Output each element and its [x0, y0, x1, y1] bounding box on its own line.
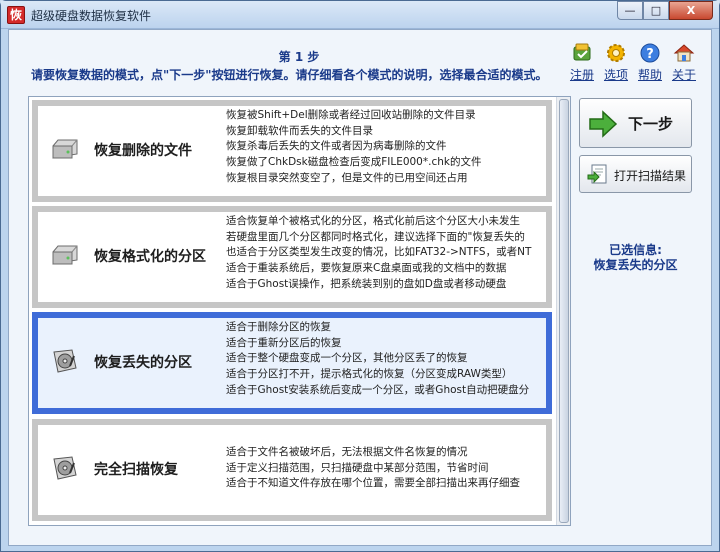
mode-name: 完全扫描恢复 — [94, 462, 178, 478]
desc-line: 适合于不知道文件存放在哪个位置，需要全部扫描出来再仔细查 — [226, 477, 520, 490]
mode-name: 恢复格式化的分区 — [94, 249, 206, 265]
mode-description: 适合恢复单个被格式化的分区，格式化前后这个分区大小未发生 若硬盘里面几个分区都同… — [226, 214, 546, 293]
svg-text:?: ? — [646, 47, 654, 62]
arrow-right-icon — [589, 110, 618, 138]
desc-line: 恢复杀毒后丢失的文件或者因为病毒删除的文件 — [226, 140, 447, 153]
desc-line: 也适合于分区类型发生改变的情况，比如FAT32->NTFS，或者NT — [226, 246, 532, 259]
hard-drive-icon — [52, 245, 78, 265]
mode-item-lost-partition[interactable]: 恢复丢失的分区 适合于删除分区的恢复 适合于重新分区后的恢复 适合于整个硬盘变成… — [32, 312, 552, 414]
help-link[interactable]: ? 帮助 — [635, 42, 665, 83]
mode-list[interactable]: 恢复删除的文件 恢复被Shift+Del删除或者经过回收站删除的文件目录 恢复卸… — [28, 96, 571, 526]
register-label: 注册 — [569, 68, 594, 82]
scrollbar-thumb[interactable] — [559, 99, 569, 523]
desc-line: 恢复被Shift+Del删除或者经过回收站删除的文件目录 — [226, 109, 476, 121]
options-link[interactable]: 选项 — [601, 42, 631, 83]
next-step-label: 下一步 — [628, 115, 674, 133]
desc-line: 适合于分区打不开，提示格式化的恢复（分区变成RAW类型） — [226, 368, 513, 381]
gear-icon — [607, 44, 625, 62]
mode-description: 恢复被Shift+Del删除或者经过回收站删除的文件目录 恢复卸载软件而丢失的文… — [226, 108, 546, 187]
desc-line: 适合于Ghost误操作，把系统装到别的盘如D盘或者移动硬盘 — [226, 277, 507, 290]
maximize-button[interactable]: □ — [643, 1, 669, 20]
register-link[interactable]: 注册 — [567, 42, 597, 83]
home-icon — [673, 44, 695, 62]
desc-line: 适合于重新分区后的恢复 — [226, 336, 342, 349]
mode-name: 恢复丢失的分区 — [94, 355, 192, 371]
mode-item-full-scan[interactable]: 完全扫描恢复 适合于文件名被破坏后，无法根据文件名恢复的情况 适于定义扫描范围，… — [32, 419, 552, 521]
desc-line: 若硬盘里面几个分区都同时格式化，建议选择下面的"恢复丢失的 — [226, 230, 525, 243]
desc-line: 恢复做了ChkDsk磁盘检查后变成FILE000*.chk的文件 — [226, 156, 482, 169]
list-scrollbar[interactable] — [556, 97, 570, 525]
register-icon — [573, 43, 591, 61]
mode-item-format[interactable]: 恢复格式化的分区 适合恢复单个被格式化的分区，格式化前后这个分区大小未发生 若硬… — [32, 206, 552, 308]
desc-line: 适合于重装系统后，要恢复原来C盘桌面或我的文档中的数据 — [226, 262, 507, 275]
open-hard-drive-icon — [53, 349, 77, 373]
app-window: 恢 超级硬盘数据恢复软件 — □ X 第 1 步 请要恢复数据的模式，点"下一步… — [0, 0, 720, 552]
mode-name: 恢复删除的文件 — [94, 143, 192, 159]
instruction-text: 请要恢复数据的模式，点"下一步"按钮进行恢复。请仔细看各个模式的说明，选择最合适… — [31, 68, 548, 82]
desc-line: 适合于删除分区的恢复 — [226, 321, 331, 333]
next-step-button[interactable]: 下一步 — [579, 98, 692, 148]
title-bar[interactable]: 恢 超级硬盘数据恢复软件 — □ X — [1, 1, 719, 29]
window-title: 超级硬盘数据恢复软件 — [31, 9, 152, 23]
minimize-button[interactable]: — — [617, 1, 643, 20]
mode-description: 适合于文件名被破坏后，无法根据文件名恢复的情况 适于定义扫描范围，只扫描硬盘中某… — [226, 445, 546, 492]
selected-info-label: 已选信息: — [609, 243, 662, 257]
window-controls: — □ X — [617, 1, 713, 21]
desc-line: 适合于整个硬盘变成一个分区，其他分区丢了的恢复 — [226, 352, 468, 365]
hard-drive-icon — [52, 139, 78, 159]
options-label: 选项 — [603, 68, 628, 82]
mode-item-delete[interactable]: 恢复删除的文件 恢复被Shift+Del删除或者经过回收站删除的文件目录 恢复卸… — [32, 100, 552, 202]
open-file-icon — [587, 164, 607, 184]
app-icon: 恢 — [7, 6, 25, 24]
main-panel: 第 1 步 请要恢复数据的模式，点"下一步"按钮进行恢复。请仔细看各个模式的说明… — [8, 29, 712, 546]
desc-line: 适合恢复单个被格式化的分区，格式化前后这个分区大小未发生 — [226, 215, 520, 227]
step-title: 第 1 步 — [278, 50, 320, 64]
about-label: 关于 — [671, 68, 696, 82]
about-link[interactable]: 关于 — [669, 42, 699, 83]
desc-line: 适合于文件名被破坏后，无法根据文件名恢复的情况 — [226, 446, 468, 458]
desc-line: 适于定义扫描范围，只扫描硬盘中某部分范围，节省时间 — [226, 461, 489, 474]
open-scan-results-label: 打开扫描结果 — [614, 169, 687, 183]
toolbar: 注册 选项 ? 帮助 关于 — [567, 42, 699, 83]
selected-info: 已选信息: 恢复丢失的分区 — [579, 243, 692, 273]
help-icon: ? — [640, 43, 660, 63]
desc-line: 恢复卸载软件而丢失的文件目录 — [226, 124, 373, 137]
mode-description: 适合于删除分区的恢复 适合于重新分区后的恢复 适合于整个硬盘变成一个分区，其他分… — [226, 320, 546, 399]
open-scan-results-button[interactable]: 打开扫描结果 — [579, 155, 692, 193]
help-label: 帮助 — [637, 68, 662, 82]
open-hard-drive-icon — [53, 456, 77, 480]
desc-line: 恢复根目录突然变空了，但是文件的已用空间还占用 — [226, 171, 468, 184]
close-button[interactable]: X — [669, 1, 713, 20]
desc-line: 适合于Ghost安装系统后变成一个分区，或者Ghost自动把硬盘分 — [226, 383, 530, 396]
selected-info-value: 恢复丢失的分区 — [593, 258, 678, 272]
